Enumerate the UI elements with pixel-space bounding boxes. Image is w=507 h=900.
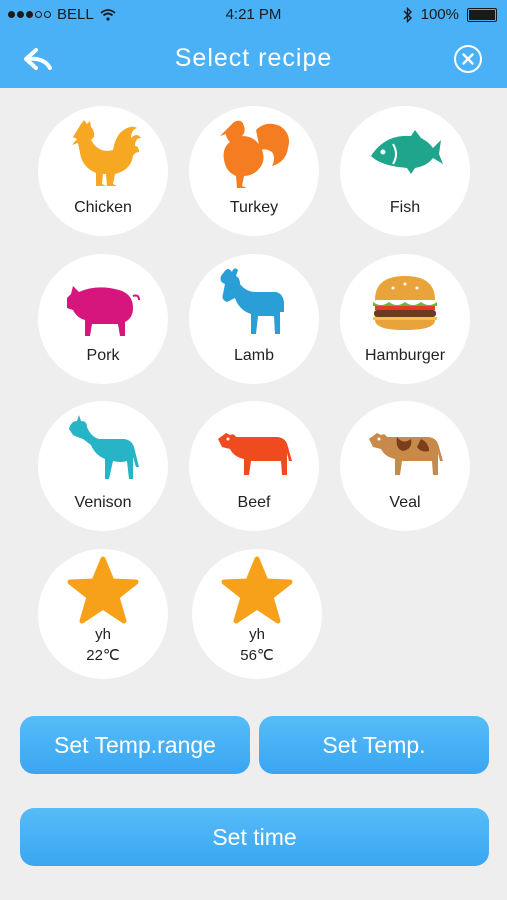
fish-icon [371, 130, 443, 174]
recipe-tile-veal[interactable]: Veal [340, 401, 470, 531]
set-temp-range-button[interactable]: Set Temp.range [20, 716, 250, 774]
cow-icon [218, 433, 292, 475]
set-temp-button[interactable]: Set Temp. [259, 716, 489, 774]
recipe-tile-turkey[interactable]: Turkey [189, 106, 319, 236]
recipe-grid: Chicken Turkey Fish Pork Lamb Hamburger … [0, 0, 507, 700]
custom-recipe-name: yh [95, 626, 111, 643]
recipe-tile-hamburger[interactable]: Hamburger [340, 254, 470, 384]
recipe-label: Fish [389, 199, 421, 216]
custom-recipe-temp: 56℃ [240, 647, 274, 664]
recipe-label: Chicken [74, 199, 132, 216]
chicken-icon [72, 120, 141, 186]
goat-icon [220, 268, 284, 334]
recipe-label: Veal [389, 494, 421, 511]
recipe-tile-lamb[interactable]: Lamb [189, 254, 319, 384]
custom-recipe-temp: 22℃ [86, 647, 120, 664]
custom-recipe-tile[interactable]: yh 22℃ [38, 549, 168, 679]
recipe-label: Pork [86, 347, 120, 364]
recipe-tile-beef[interactable]: Beef [189, 401, 319, 531]
set-time-button[interactable]: Set time [20, 808, 489, 866]
recipe-label: Turkey [229, 199, 279, 216]
recipe-tile-fish[interactable]: Fish [340, 106, 470, 236]
recipe-tile-pork[interactable]: Pork [38, 254, 168, 384]
recipe-label: Venison [74, 494, 132, 511]
recipe-label: Lamb [233, 347, 275, 364]
recipe-tile-venison[interactable]: Venison [38, 401, 168, 531]
recipe-label: Beef [237, 494, 271, 511]
custom-recipe-name: yh [249, 626, 265, 643]
pig-icon [67, 286, 140, 336]
star-icon [67, 556, 139, 624]
custom-recipe-tile[interactable]: yh 56℃ [192, 549, 322, 679]
recipe-tile-chicken[interactable]: Chicken [38, 106, 168, 236]
turkey-icon [220, 120, 289, 188]
recipe-label: Hamburger [364, 347, 446, 364]
hamburger-icon [373, 276, 437, 330]
star-icon [221, 556, 293, 624]
deer-icon [69, 415, 139, 479]
veal-icon [369, 433, 443, 475]
